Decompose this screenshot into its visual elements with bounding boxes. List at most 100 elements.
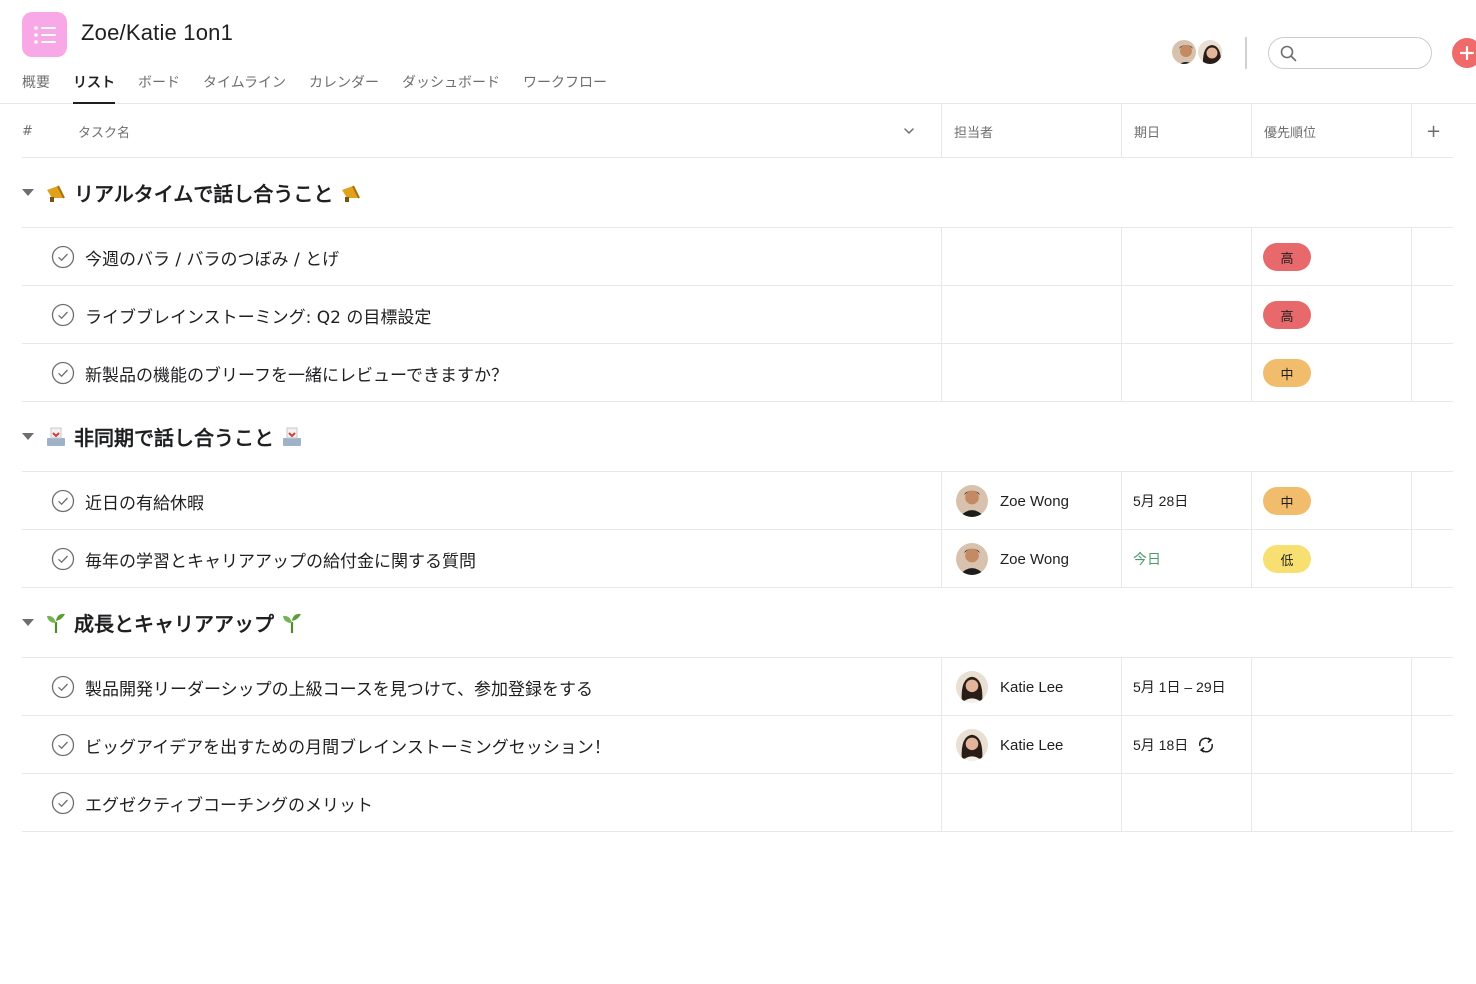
check-circle-icon[interactable]: [51, 791, 75, 815]
column-divider: [941, 774, 942, 832]
header-divider: [1245, 37, 1247, 69]
assignee-cell[interactable]: Zoe Wong: [956, 472, 1069, 530]
column-divider: [1411, 472, 1412, 530]
task-row[interactable]: エグゼクティブコーチングのメリット: [22, 774, 1453, 832]
priority-badge[interactable]: 高: [1263, 301, 1311, 329]
column-priority[interactable]: 優先順位: [1252, 104, 1316, 158]
task-name[interactable]: 毎年の学習とキャリアアップの給付金に関する質問: [85, 530, 476, 588]
seedling-emoji-icon: [47, 613, 65, 633]
tab-timeline[interactable]: タイムライン: [203, 64, 286, 104]
task-row[interactable]: ライブブレインストーミング: Q2 の目標設定 高: [22, 286, 1453, 344]
member-avatar-katie[interactable]: [1196, 38, 1224, 66]
task-row[interactable]: 近日の有給休暇 Zoe Wong 5月 28日 中: [22, 472, 1453, 530]
add-button[interactable]: [1452, 38, 1476, 68]
column-divider: [941, 658, 942, 716]
task-name[interactable]: ライブブレインストーミング: Q2 の目標設定: [85, 286, 431, 344]
check-circle-icon[interactable]: [51, 489, 75, 513]
check-circle-icon[interactable]: [51, 303, 75, 327]
caret-down-icon[interactable]: [22, 619, 34, 626]
assignee-cell[interactable]: Zoe Wong: [956, 530, 1069, 588]
task-row[interactable]: 新製品の機能のブリーフを一緒にレビューできますか？ 中: [22, 344, 1453, 402]
priority-badge[interactable]: 中: [1263, 359, 1311, 387]
task-name[interactable]: 今週のバラ / バラのつぼみ / とげ: [85, 228, 339, 286]
task-name[interactable]: 近日の有給休暇: [85, 472, 204, 530]
section-title: 成長とキャリアアップ: [44, 608, 304, 637]
column-divider: [1411, 286, 1412, 344]
project-title[interactable]: Zoe/Katie 1on1: [81, 20, 233, 46]
column-assignee[interactable]: 担当者: [942, 104, 993, 158]
section-title: リアルタイムで話し合うこと: [44, 178, 363, 207]
megaphone-emoji-icon: [342, 185, 361, 202]
check-circle-icon[interactable]: [51, 547, 75, 571]
chevron-down-icon[interactable]: [903, 125, 915, 137]
check-circle-icon[interactable]: [51, 245, 75, 269]
task-name[interactable]: 製品開発リーダーシップの上級コースを見つけて、参加登録をする: [85, 658, 593, 716]
project-header: Zoe/Katie 1on1 概要 リスト ボード タイムライン カレンダー ダ…: [0, 0, 1476, 104]
column-divider: [941, 344, 942, 402]
assignee-name: Katie Lee: [1000, 678, 1064, 696]
priority-badge[interactable]: 低: [1263, 545, 1311, 573]
search-input[interactable]: [1268, 37, 1432, 69]
assignee-name: Katie Lee: [1000, 736, 1064, 754]
avatar: [956, 485, 988, 517]
due-date[interactable]: 5月 28日: [1133, 472, 1188, 530]
avatar: [956, 729, 988, 761]
assignee-cell[interactable]: Katie Lee: [956, 716, 1063, 774]
task-row[interactable]: 今週のバラ / バラのつぼみ / とげ 高: [22, 228, 1453, 286]
column-task-name[interactable]: タスク名: [66, 104, 130, 158]
column-divider: [1411, 716, 1412, 774]
section-title-text: 非同期で話し合うこと: [74, 426, 274, 450]
tab-overview[interactable]: 概要: [22, 64, 50, 104]
avatar: [956, 543, 988, 575]
task-name[interactable]: 新製品の機能のブリーフを一緒にレビューできますか？: [85, 344, 508, 402]
search-icon: [1280, 45, 1297, 62]
tab-calendar[interactable]: カレンダー: [309, 64, 379, 104]
column-divider: [1251, 472, 1252, 530]
column-divider: [1121, 228, 1122, 286]
due-date-cell[interactable]: 5月 18日: [1133, 716, 1216, 774]
task-name[interactable]: エグゼクティブコーチングのメリット: [85, 774, 373, 832]
check-circle-icon[interactable]: [51, 361, 75, 385]
list-icon[interactable]: [22, 12, 67, 57]
tab-dashboard[interactable]: ダッシュボード: [402, 64, 500, 104]
task-row[interactable]: ビッグアイデアを出すための月間ブレインストーミングセッション！ Katie Le…: [22, 716, 1453, 774]
check-circle-icon[interactable]: [51, 675, 75, 699]
add-column-button[interactable]: +: [1414, 104, 1441, 158]
column-divider: [941, 286, 942, 344]
due-date: 5月 18日: [1133, 737, 1189, 753]
tab-list[interactable]: リスト: [73, 64, 115, 104]
member-avatar-zoe[interactable]: [1170, 38, 1198, 66]
priority-badge[interactable]: 中: [1263, 487, 1311, 515]
due-date[interactable]: 今日: [1133, 530, 1161, 588]
megaphone-emoji-icon: [47, 185, 65, 202]
task-name[interactable]: ビッグアイデアを出すための月間ブレインストーミングセッション！: [85, 716, 611, 774]
caret-down-icon[interactable]: [22, 433, 34, 440]
section-header[interactable]: 成長とキャリアアップ: [22, 588, 1453, 658]
check-circle-icon[interactable]: [51, 733, 75, 757]
view-tabs: 概要 リスト ボード タイムライン カレンダー ダッシュボード ワークフロー: [22, 64, 630, 104]
caret-down-icon[interactable]: [22, 189, 34, 196]
section-header[interactable]: 非同期で話し合うこと: [22, 402, 1453, 472]
column-number: #: [22, 123, 33, 139]
tab-workflow[interactable]: ワークフロー: [523, 64, 607, 104]
column-divider: [941, 716, 942, 774]
column-divider: [1121, 716, 1122, 774]
section-header[interactable]: リアルタイムで話し合うこと: [22, 158, 1453, 228]
column-divider: [1121, 472, 1122, 530]
task-row[interactable]: 毎年の学習とキャリアアップの給付金に関する質問 Zoe Wong 今日 低: [22, 530, 1453, 588]
plus-icon: [1460, 46, 1474, 60]
priority-badge[interactable]: 高: [1263, 243, 1311, 271]
column-divider: [941, 530, 942, 588]
column-divider: [1411, 774, 1412, 832]
assignee-cell[interactable]: Katie Lee: [956, 658, 1063, 716]
column-divider: [1121, 286, 1122, 344]
column-divider: [1121, 530, 1122, 588]
seedling-emoji-icon: [283, 613, 301, 633]
column-divider: [1121, 658, 1122, 716]
column-divider: [1411, 228, 1412, 286]
task-row[interactable]: 製品開発リーダーシップの上級コースを見つけて、参加登録をする Katie Lee…: [22, 658, 1453, 716]
avatar: [956, 671, 988, 703]
due-date[interactable]: 5月 1日 – 29日: [1133, 658, 1226, 716]
column-due-date[interactable]: 期日: [1122, 104, 1160, 158]
tab-board[interactable]: ボード: [138, 64, 180, 104]
